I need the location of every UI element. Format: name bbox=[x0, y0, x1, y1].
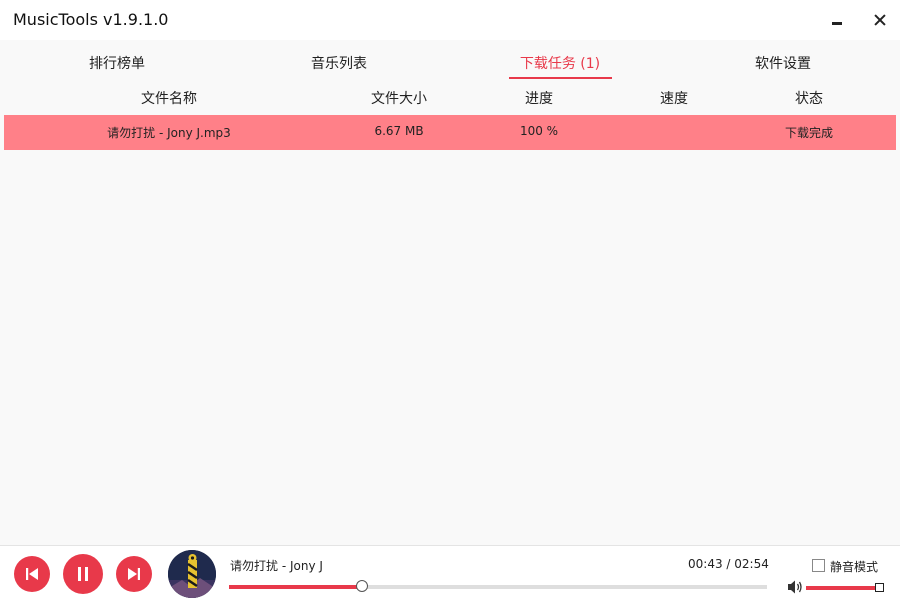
pause-icon[interactable] bbox=[63, 554, 103, 594]
volume-icon[interactable] bbox=[786, 579, 804, 595]
progress-fill bbox=[229, 585, 362, 589]
volume-thumb[interactable] bbox=[874, 583, 884, 592]
volume-slider[interactable] bbox=[806, 583, 884, 592]
column-header-file-size[interactable]: 文件大小 bbox=[339, 88, 459, 108]
app-title: MusicTools v1.9.1.0 bbox=[13, 10, 169, 29]
column-header-speed[interactable]: 速度 bbox=[624, 88, 724, 108]
column-header-progress[interactable]: 进度 bbox=[489, 88, 589, 108]
mute-mode-label: 静音模式 bbox=[830, 560, 879, 574]
column-header-status[interactable]: 状态 bbox=[759, 88, 859, 108]
title-bar: MusicTools v1.9.1.0 bbox=[0, 0, 900, 40]
cell-file-size: 6.67 MB bbox=[374, 124, 424, 138]
volume-fill bbox=[806, 586, 880, 590]
skip-previous-icon[interactable] bbox=[14, 556, 50, 592]
playback-time: 00:43 / 02:54 bbox=[688, 557, 769, 571]
skip-next-icon[interactable] bbox=[116, 556, 152, 592]
cell-progress: 100 % bbox=[519, 124, 559, 138]
table-header: 文件名称 文件大小 进度 速度 状态 bbox=[0, 84, 900, 112]
progress-slider[interactable] bbox=[229, 580, 767, 592]
table-row[interactable]: 请勿打扰 - Jony J.mp3 6.67 MB 100 % 下载完成 bbox=[4, 115, 896, 150]
tab-bar: 排行榜单 音乐列表 下载任务 (1) 软件设置 bbox=[0, 40, 900, 80]
active-tab-indicator bbox=[509, 77, 612, 79]
album-cover[interactable] bbox=[168, 550, 216, 598]
column-header-file-name[interactable]: 文件名称 bbox=[109, 88, 229, 108]
cell-file-name: 请勿打扰 - Jony J.mp3 bbox=[107, 126, 231, 140]
tab-settings[interactable]: 软件设置 bbox=[713, 53, 853, 73]
close-icon[interactable] bbox=[866, 8, 896, 32]
tab-music-list[interactable]: 音乐列表 bbox=[269, 53, 409, 73]
progress-thumb[interactable] bbox=[355, 580, 368, 592]
tab-downloads[interactable]: 下载任务 (1) bbox=[490, 53, 630, 73]
player-bar: 请勿打扰 - Jony J 00:43 / 02:54 静音模式 bbox=[0, 545, 900, 600]
cell-status: 下载完成 bbox=[784, 126, 833, 140]
app-window: MusicTools v1.9.1.0 排行榜单 音乐列表 下载任务 (1) 软… bbox=[0, 0, 900, 600]
minimize-icon[interactable] bbox=[822, 8, 852, 32]
tab-charts[interactable]: 排行榜单 bbox=[47, 53, 187, 73]
now-playing-title: 请勿打扰 - Jony J bbox=[230, 559, 323, 573]
mute-checkbox-box[interactable] bbox=[812, 559, 825, 572]
